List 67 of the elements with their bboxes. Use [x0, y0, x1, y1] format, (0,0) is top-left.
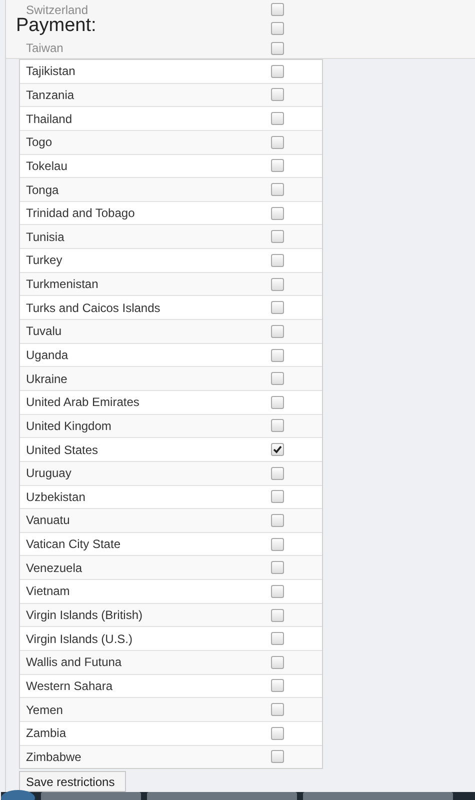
checkbox[interactable] — [271, 348, 284, 362]
checkbox[interactable] — [271, 726, 284, 740]
checkbox[interactable] — [271, 324, 284, 338]
country-name: Switzerland — [26, 2, 90, 17]
country-name: Wallis and Futuna — [26, 655, 123, 670]
checkbox[interactable] — [271, 466, 284, 480]
country-name: Western Sahara — [26, 678, 114, 693]
country-name: Zimbabwe — [26, 750, 82, 764]
checkbox[interactable] — [271, 64, 284, 78]
country-name: Vanuatu — [26, 513, 71, 528]
country-name: Taiwan — [26, 41, 64, 56]
checkbox[interactable] — [271, 490, 284, 504]
checkbox[interactable] — [271, 183, 284, 196]
checkbox[interactable] — [271, 278, 284, 291]
country-name: Turkmenistan — [26, 277, 100, 292]
country-name: Zambia — [26, 726, 68, 740]
checkbox[interactable] — [271, 396, 284, 409]
checkbox[interactable] — [271, 632, 284, 646]
checkbox[interactable] — [271, 301, 284, 314]
checkbox[interactable] — [271, 112, 284, 126]
checkbox[interactable] — [271, 538, 284, 551]
country-name: Uzbekistan — [26, 490, 86, 504]
checkbox[interactable] — [271, 372, 284, 386]
checkbox[interactable] — [271, 514, 284, 527]
country-name: Togo — [26, 135, 54, 150]
checkbox[interactable] — [271, 230, 284, 244]
checkbox[interactable] — [271, 443, 284, 456]
country-name: Uganda — [26, 348, 70, 362]
country-name: Virgin Islands (British) — [26, 608, 144, 622]
country-name: Tanzania — [26, 88, 76, 102]
checkbox[interactable] — [271, 42, 284, 55]
country-name: Trinidad and Tobago — [26, 206, 136, 220]
country-name: Tonga — [26, 182, 60, 197]
checkbox[interactable] — [271, 703, 284, 716]
checkbox[interactable] — [271, 419, 284, 432]
country-name: Tunisia — [26, 230, 66, 244]
country-name: Virgin Islands (U.S.) — [26, 632, 134, 646]
checkbox[interactable] — [271, 608, 284, 622]
checkbox[interactable] — [271, 679, 284, 692]
checkbox[interactable] — [271, 3, 284, 16]
checkbox[interactable] — [271, 561, 284, 574]
country-name: Tokelau — [26, 158, 68, 173]
country-name: Turks and Caicos Islands — [26, 300, 162, 315]
save-restrictions-button[interactable]: Save restrictions — [19, 771, 126, 792]
country-name: United Kingdom — [26, 418, 112, 433]
country-name: Yemen — [26, 702, 64, 717]
checkbox[interactable] — [271, 750, 284, 764]
country-name: Turkey — [26, 253, 64, 268]
country-name: Venezuela — [26, 560, 84, 575]
country-name: Vatican City State — [26, 537, 122, 552]
country-name: Uruguay — [26, 466, 72, 480]
country-name: United States — [26, 442, 100, 457]
checkbox[interactable] — [271, 88, 284, 102]
country-name: Tuvalu — [26, 324, 63, 338]
section-title: Payment: — [16, 15, 96, 37]
checkbox[interactable] — [271, 22, 284, 36]
checkbox[interactable] — [271, 584, 284, 598]
country-name: Vietnam — [26, 584, 71, 598]
country-name: Tajikistan — [26, 64, 76, 78]
checkbox[interactable] — [271, 159, 284, 172]
country-name: United Arab Emirates — [26, 395, 140, 410]
checkbox[interactable] — [271, 254, 284, 267]
country-name: Thailand — [26, 112, 74, 126]
checkbox[interactable] — [271, 136, 284, 149]
country-name: Ukraine — [26, 372, 68, 386]
checkbox[interactable] — [271, 656, 284, 669]
checkbox[interactable] — [271, 206, 284, 220]
